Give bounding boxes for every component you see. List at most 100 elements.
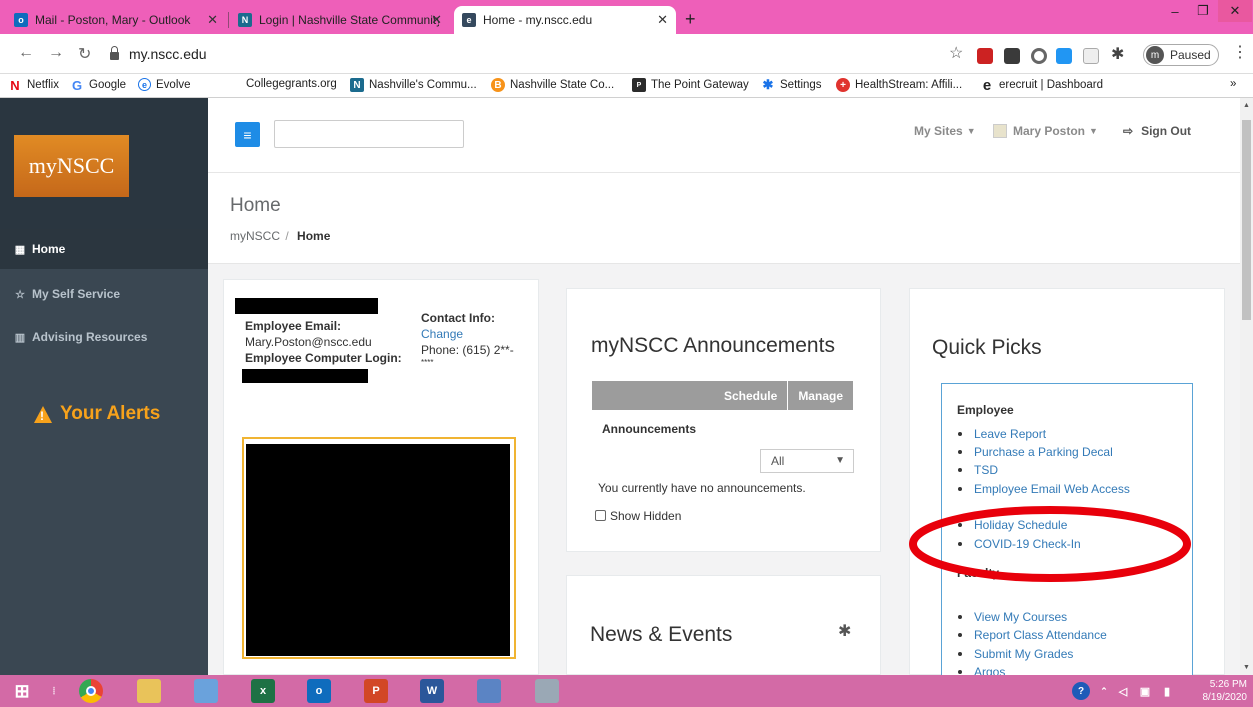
bookmark-evolve[interactable]: e Evolve <box>138 78 191 91</box>
sidebar-item-home[interactable]: ▦ Home <box>0 229 208 269</box>
e-icon: e <box>982 76 992 94</box>
new-tab-button[interactable]: + <box>685 9 696 30</box>
quick-pick-argos[interactable]: Argos <box>958 665 1005 675</box>
page-scrollbar[interactable]: ▲ ▼ <box>1240 98 1253 675</box>
network-app-icon[interactable] <box>477 679 501 703</box>
minimize-icon[interactable]: – <box>1162 0 1188 22</box>
coupon-extension-icon[interactable] <box>1004 48 1020 64</box>
windows-start-icon[interactable]: ⊞ <box>10 679 34 703</box>
bookmark-nashville-state[interactable]: B Nashville State Co... <box>491 78 614 92</box>
network-icon[interactable]: ▣ <box>1138 679 1152 703</box>
close-tab-icon[interactable]: ✕ <box>207 12 218 28</box>
bookmark-healthstream[interactable]: + HealthStream: Affili... <box>836 78 962 92</box>
system-clock[interactable]: 5:26 PM 8/19/2020 <box>1203 678 1248 704</box>
checkbox-icon[interactable] <box>595 510 606 521</box>
kebab-menu-icon[interactable]: ⋮ <box>1232 42 1248 62</box>
bookmark-nashvilles-community[interactable]: N Nashville's Commu... <box>350 78 477 92</box>
bookmarks-overflow-button[interactable]: » <box>1230 78 1236 90</box>
quick-pick-tsd[interactable]: TSD <box>958 463 998 477</box>
chart-icon: ▥ <box>14 331 26 344</box>
gear-icon[interactable]: ✱ <box>838 621 851 641</box>
url-field[interactable]: my.nscc.edu <box>110 39 910 69</box>
close-tab-icon[interactable]: ✕ <box>431 12 442 28</box>
bookmark-google[interactable]: G Google <box>70 77 126 93</box>
bookmark-star-icon[interactable]: ☆ <box>949 43 963 63</box>
task-view-icon[interactable]: ⦙ <box>50 679 58 703</box>
quick-pick-parking-decal[interactable]: Purchase a Parking Decal <box>958 445 1113 459</box>
acrobat-extension-icon[interactable] <box>977 48 993 64</box>
tab-home-mynscc[interactable]: e Home - my.nscc.edu ✕ <box>454 6 676 34</box>
red-ellipse-annotation <box>909 506 1191 582</box>
bookmark-collegegrants[interactable]: Collegegrants.org <box>246 78 337 90</box>
manage-button[interactable]: Manage <box>787 381 853 410</box>
bookmark-erecruit[interactable]: e erecruit | Dashboard <box>980 76 1103 94</box>
address-bar: ← → ↻ my.nscc.edu ☆ ✱ ⋮ <box>0 34 1253 74</box>
mynscc-logo[interactable]: myNSCC <box>14 135 129 197</box>
redacted-alerts <box>246 444 510 656</box>
tab-outlook[interactable]: o Mail - Poston, Mary - Outlook ✕ <box>6 6 226 34</box>
close-window-icon[interactable]: ✕ <box>1218 0 1252 22</box>
help-icon[interactable]: ? <box>1072 682 1090 700</box>
hamburger-icon: ≡ <box>243 126 252 143</box>
battery-icon[interactable]: ▮ <box>1160 679 1174 703</box>
my-sites-dropdown[interactable]: My Sites ▼ <box>914 124 976 138</box>
reload-icon[interactable]: ↻ <box>78 44 91 64</box>
sign-out-icon: ⇨ <box>1123 124 1134 138</box>
employee-login-label: Employee Computer Login: <box>245 351 402 365</box>
scroll-up-icon[interactable]: ▲ <box>1243 102 1250 109</box>
windows-extension-icon[interactable] <box>1056 48 1072 64</box>
file-explorer-icon[interactable] <box>137 679 161 703</box>
calculator-icon[interactable] <box>535 679 559 703</box>
excel-icon[interactable]: x <box>251 679 275 703</box>
caret-down-icon: ▼ <box>1089 126 1098 136</box>
quick-pick-submit-grades[interactable]: Submit My Grades <box>958 647 1073 661</box>
word-icon[interactable]: W <box>420 679 444 703</box>
outlook-icon[interactable]: o <box>307 679 331 703</box>
schedule-button[interactable]: Schedule <box>714 381 787 410</box>
quick-pick-view-my-courses[interactable]: View My Courses <box>958 610 1067 624</box>
bookmark-settings[interactable]: ✱ Settings <box>761 77 822 92</box>
page-title: Home <box>230 195 281 216</box>
quick-pick-report-attendance[interactable]: Report Class Attendance <box>958 628 1107 642</box>
close-tab-icon[interactable]: ✕ <box>657 12 668 28</box>
sidebar-item-advising-resources[interactable]: ▥ Advising Resources <box>0 317 208 357</box>
sidebar-item-my-self-service[interactable]: ☆ My Self Service <box>0 274 208 314</box>
maximize-icon[interactable]: ❐ <box>1190 0 1216 22</box>
control-panel-icon[interactable] <box>194 679 218 703</box>
tray-chevron-icon[interactable]: ⌃ <box>1098 679 1110 703</box>
show-hidden-checkbox[interactable]: Show Hidden <box>595 509 681 523</box>
circle-extension-icon[interactable] <box>1031 48 1047 64</box>
bookmark-netflix[interactable]: N Netflix <box>8 78 59 93</box>
forward-icon[interactable]: → <box>48 44 64 62</box>
hamburger-menu-button[interactable]: ≡ <box>235 122 260 147</box>
avatar: m <box>1146 46 1164 64</box>
phone-text: Phone: (615) 2**- <box>421 343 514 357</box>
back-icon[interactable]: ← <box>18 44 34 62</box>
announcements-section-label: Announcements <box>602 422 697 436</box>
bookmarks-bar: N Netflix G Google e Evolve Collegegrant… <box>0 74 1253 98</box>
breadcrumb-root-link[interactable]: myNSCC <box>230 229 280 243</box>
employee-email-label: Employee Email: <box>245 319 342 333</box>
profile-button[interactable]: m Paused <box>1143 44 1219 66</box>
scroll-down-icon[interactable]: ▼ <box>1243 664 1250 671</box>
quick-pick-leave-report[interactable]: Leave Report <box>958 427 1046 441</box>
announcement-filter-select[interactable]: All ▼ <box>760 449 854 473</box>
tab-nscc-login[interactable]: N Login | Nashville State Community ✕ <box>230 6 450 34</box>
powerpoint-icon[interactable]: P <box>364 679 388 703</box>
employee-email-value: Mary.Poston@nscc.edu <box>245 335 372 349</box>
change-contact-link[interactable]: Change <box>421 327 463 341</box>
volume-icon[interactable]: ◁ <box>1116 679 1130 703</box>
chrome-icon[interactable] <box>79 679 103 703</box>
star-icon: ☆ <box>15 288 25 301</box>
bookmark-point-gateway[interactable]: P The Point Gateway <box>632 78 749 92</box>
sign-out-button[interactable]: ⇨ Sign Out <box>1123 124 1191 138</box>
search-input[interactable] <box>274 120 464 148</box>
google-icon: G <box>71 77 83 93</box>
page-extension-icon[interactable] <box>1083 48 1099 64</box>
e-icon: e <box>462 13 476 27</box>
quick-pick-email-web-access[interactable]: Employee Email Web Access <box>958 482 1130 496</box>
puzzle-icon[interactable]: ✱ <box>1111 44 1124 64</box>
scrollbar-thumb[interactable] <box>1242 120 1251 320</box>
user-menu-dropdown[interactable]: Mary Poston ▼ <box>993 124 1098 138</box>
announcements-toolbar: Schedule Manage <box>592 381 853 410</box>
